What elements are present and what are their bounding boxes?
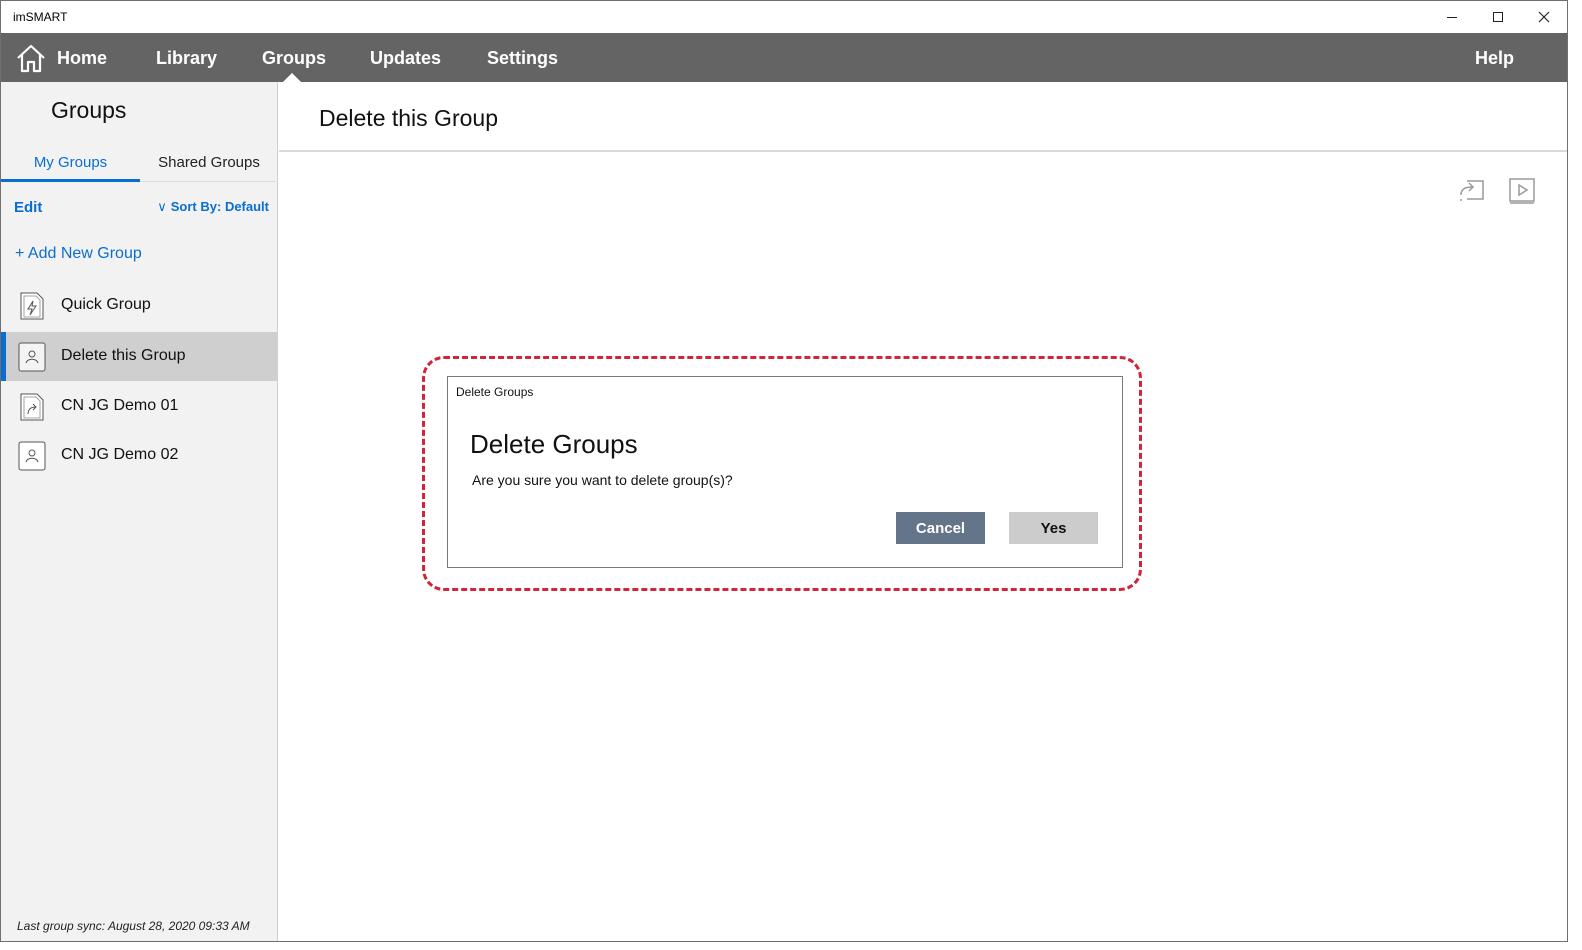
dialog-message: Are you sure you want to delete group(s)… (472, 472, 733, 488)
tab-my-groups[interactable]: My Groups (1, 154, 140, 171)
group-item-delete-this-group[interactable]: Delete this Group (1, 332, 278, 381)
edit-button[interactable]: Edit (14, 199, 42, 216)
present-icon[interactable] (1458, 177, 1486, 205)
group-item-cn-jg-demo-01[interactable]: CN JG Demo 01 (1, 382, 278, 431)
shared-group-icon (20, 393, 44, 421)
group-item-quick-group[interactable]: Quick Group (1, 281, 278, 330)
group-label: CN JG Demo 02 (61, 446, 179, 463)
delete-groups-dialog: Delete Groups Delete Groups Are you sure… (447, 376, 1123, 568)
dialog-caption: Delete Groups (456, 385, 534, 399)
chevron-down-icon: ∨ (157, 199, 167, 214)
title-divider (279, 150, 1567, 152)
top-nav: Home Library Groups Updates Settings Hel… (1, 33, 1567, 82)
nav-groups[interactable]: Groups (262, 48, 326, 69)
minimize-button[interactable] (1429, 1, 1475, 33)
sort-label: Sort By: (170, 199, 222, 214)
person-group-icon (18, 441, 46, 471)
person-group-icon (18, 342, 46, 372)
play-icon[interactable] (1508, 177, 1536, 205)
nav-updates[interactable]: Updates (370, 48, 441, 69)
group-label: Delete this Group (61, 347, 186, 364)
nav-library[interactable]: Library (156, 48, 217, 69)
nav-settings[interactable]: Settings (487, 48, 558, 69)
page-title: Delete this Group (319, 105, 498, 131)
sort-value: Default (224, 199, 269, 214)
add-new-group-button[interactable]: + Add New Group (15, 245, 142, 263)
group-item-cn-jg-demo-02[interactable]: CN JG Demo 02 (1, 431, 278, 480)
nav-help[interactable]: Help (1475, 48, 1514, 69)
last-sync-status: Last group sync: August 28, 2020 09:33 A… (17, 919, 250, 933)
app-window: imSMART Home Library Groups Updates Sett… (0, 0, 1568, 942)
active-nav-indicator (283, 73, 301, 82)
dialog-heading: Delete Groups (470, 429, 638, 459)
app-title: imSMART (13, 10, 68, 24)
selection-indicator (1, 332, 6, 381)
home-icon[interactable] (15, 42, 47, 74)
sort-dropdown[interactable]: ∨ Sort By: Default (157, 199, 269, 215)
nav-home[interactable]: Home (57, 48, 107, 69)
title-bar: imSMART (1, 1, 1567, 33)
maximize-button[interactable] (1475, 1, 1521, 33)
sidebar-title: Groups (51, 97, 127, 123)
close-icon (1538, 11, 1550, 23)
cancel-button[interactable]: Cancel (896, 512, 985, 544)
active-tab-underline (1, 179, 140, 182)
quick-group-icon (20, 292, 44, 320)
tab-shared-groups[interactable]: Shared Groups (140, 154, 278, 171)
maximize-icon (1493, 12, 1503, 22)
minimize-icon (1447, 16, 1457, 18)
close-button[interactable] (1521, 1, 1567, 33)
group-label: CN JG Demo 01 (61, 397, 179, 414)
groups-sidebar: Groups My Groups Shared Groups Edit ∨ Sor… (1, 82, 278, 941)
yes-button[interactable]: Yes (1009, 512, 1098, 544)
group-label: Quick Group (61, 296, 151, 313)
